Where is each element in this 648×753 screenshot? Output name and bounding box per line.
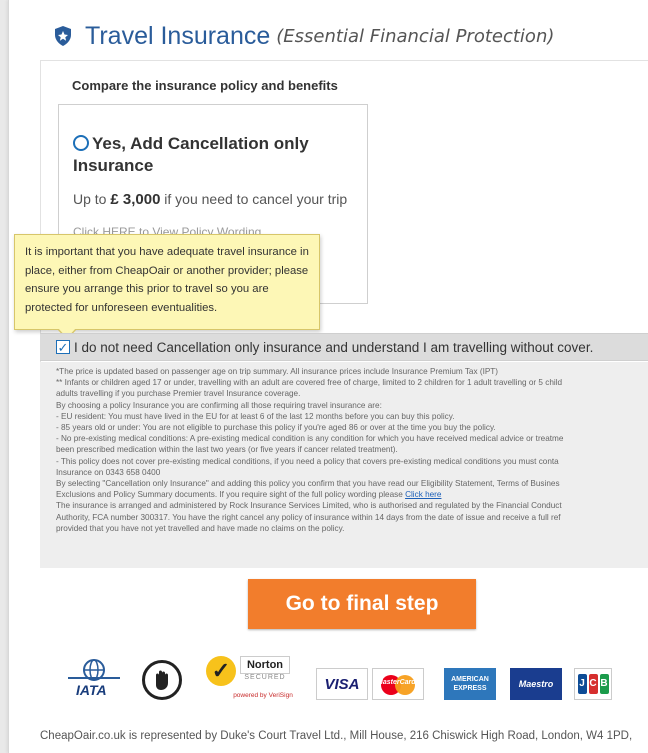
- jcb-letter-c: C: [588, 674, 598, 694]
- norton-name: Norton: [240, 656, 290, 674]
- go-to-final-step-button[interactable]: Go to final step: [248, 579, 476, 629]
- maestro-logo: Maestro: [510, 668, 562, 700]
- optout-row[interactable]: ✓ I do not need Cancellation only insura…: [40, 333, 648, 361]
- protected-logo: [142, 660, 182, 700]
- globe-icon: [68, 659, 120, 681]
- option-description: Up to £ 3,000 if you need to cancel your…: [73, 191, 347, 208]
- fine-print: *The price is updated based on passenger…: [40, 362, 648, 568]
- page-title: Travel Insurance: [85, 21, 271, 50]
- jcb-letter-b: B: [599, 674, 609, 694]
- option-amount: £ 3,000: [110, 191, 161, 208]
- tooltip-text: It is important that you have adequate t…: [25, 246, 309, 314]
- fine-line: - No pre-existing medical conditions: A …: [56, 434, 564, 444]
- iata-text: IATA: [76, 682, 107, 698]
- shield-icon: [55, 26, 71, 46]
- protected-hand-icon: [156, 670, 168, 690]
- insurance-tooltip: It is important that you have adequate t…: [14, 234, 320, 340]
- norton-check-icon: ✓: [206, 656, 236, 686]
- fine-line: Exclusions and Policy Summary documents.…: [56, 489, 648, 500]
- optout-label[interactable]: I do not need Cancellation only insuranc…: [74, 340, 593, 355]
- option-desc-prefix: Up to: [73, 191, 107, 207]
- fine-line: - This policy does not cover pre-existin…: [56, 456, 559, 466]
- iata-logo: IATA: [64, 658, 124, 700]
- trust-badges: IATA ✓ Norton SECURED powered by VeriSig…: [40, 652, 648, 712]
- jcb-logo: JCB: [574, 668, 612, 700]
- page-subtitle: (Essential Financial Protection): [276, 25, 555, 47]
- option-desc-suffix: if you need to cancel your trip: [164, 191, 348, 207]
- option-radio[interactable]: [73, 135, 89, 151]
- fine-line: By choosing a policy Insurance you are c…: [56, 400, 382, 410]
- norton-powered: powered by VeriSign: [233, 692, 293, 699]
- fine-line: By selecting "Cancellation only Insuranc…: [56, 479, 560, 489]
- option-title[interactable]: Yes, Add Cancellation only Insurance: [73, 133, 353, 177]
- option-title-text: Yes, Add Cancellation only Insurance: [73, 134, 309, 175]
- norton-secured: SECURED: [244, 674, 286, 681]
- policy-wording-click-here-link[interactable]: Click here: [405, 490, 441, 499]
- footer-text: CheapOair.co.uk is represented by Duke's…: [40, 730, 633, 742]
- fine-line: Authority, FCA number 300317. You have t…: [56, 512, 561, 522]
- fine-line: provided that you have not yet travelled…: [56, 523, 345, 533]
- fine-line: adults travelling if you purchase Premie…: [56, 389, 301, 399]
- norton-secured-logo: ✓ Norton SECURED powered by VeriSign: [206, 656, 296, 702]
- mastercard-text: MasterCard: [377, 679, 416, 686]
- fine-line-text: Exclusions and Policy Summary documents.…: [56, 490, 403, 500]
- fine-line: - 85 years old or under: You are not eli…: [56, 423, 496, 433]
- mastercard-logo: MasterCard: [372, 668, 424, 700]
- compare-heading: Compare the insurance policy and benefit…: [72, 78, 338, 93]
- section-header: Travel Insurance (Essential Financial Pr…: [53, 22, 554, 50]
- optout-checkbox[interactable]: ✓: [56, 340, 70, 354]
- visa-logo: VISA: [316, 668, 368, 700]
- fine-line: - EU resident: You must have lived in th…: [56, 411, 455, 421]
- fine-line: ** Infants or children aged 17 or under,…: [56, 378, 563, 388]
- fine-line: Insurance on 0343 658 0400: [56, 467, 161, 477]
- fine-line: *The price is updated based on passenger…: [56, 367, 499, 376]
- fine-line: been prescribed medication within the la…: [56, 445, 398, 455]
- fine-line: The insurance is arranged and administer…: [56, 501, 562, 511]
- amex-logo: AMERICAN EXPRESS: [444, 668, 496, 700]
- jcb-letter-j: J: [577, 674, 587, 694]
